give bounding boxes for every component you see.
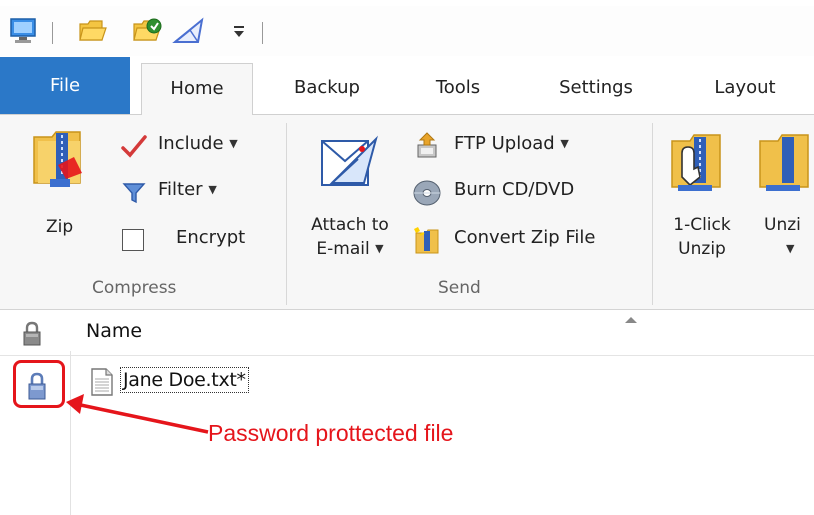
filter-label: Filter [158, 179, 203, 200]
encrypt-checkbox[interactable]: Encrypt [118, 223, 278, 257]
chevron-down-icon: ▼ [786, 242, 795, 255]
ribbon-tab-bar: File Home Backup Tools Settings Layout [0, 57, 814, 115]
one-click-unzip-button[interactable]: 1-Click Unzip [662, 123, 742, 273]
chevron-down-icon: ▼ [375, 242, 384, 255]
tab-home[interactable]: Home [141, 63, 253, 115]
burn-cd-dvd-label: Burn CD/DVD [454, 179, 575, 200]
include-label: Include [158, 133, 224, 154]
attach-line1-label: Attach to [311, 215, 389, 235]
ftp-upload-icon [412, 131, 442, 165]
zip-button[interactable]: Zip [20, 123, 100, 243]
convert-zip-file-label: Convert Zip File [454, 227, 596, 248]
one-click-unzip-icon [668, 129, 732, 199]
toolbar-separator [52, 22, 53, 44]
one-click-line1-label: 1-Click [673, 215, 731, 235]
cropped-title-strip [0, 0, 814, 6]
group-separator [652, 123, 653, 305]
disc-icon [412, 179, 442, 211]
list-header: Name [0, 311, 814, 356]
encrypt-label: Encrypt [176, 227, 246, 248]
send-group-label: Send [438, 278, 481, 298]
include-button[interactable]: Include ▼ [118, 129, 278, 163]
quick-access-toolbar [0, 0, 814, 56]
tab-layout[interactable]: Layout [690, 63, 800, 115]
attach-to-email-button[interactable]: Attach to E-mail ▼ [296, 123, 404, 273]
convert-zip-file-button[interactable]: Convert Zip File [408, 223, 648, 257]
zip-folder-icon [30, 127, 90, 193]
annotation-highlight-box [13, 360, 65, 408]
checkbox-box[interactable] [122, 229, 144, 251]
open-folder-icon[interactable] [78, 16, 108, 48]
lock-column-icon[interactable] [22, 321, 42, 351]
toolbar-separator [262, 22, 263, 44]
wizard-icon[interactable] [172, 16, 206, 50]
annotation-arrow [62, 392, 212, 442]
computer-monitor-icon[interactable] [8, 16, 38, 50]
annotation-text: Password prottected file [208, 420, 454, 446]
name-column-header[interactable]: Name [86, 320, 142, 342]
filter-button[interactable]: Filter ▼ [118, 175, 278, 209]
unzip-folder-icon [756, 129, 814, 199]
tab-tools[interactable]: Tools [412, 63, 504, 115]
attach-line2-label: E-mail [316, 239, 370, 259]
chevron-down-icon: ▼ [560, 137, 569, 150]
tab-file[interactable]: File [0, 57, 130, 115]
group-separator [286, 123, 287, 305]
zip-label: Zip [46, 217, 74, 237]
tab-backup[interactable]: Backup [272, 63, 382, 115]
customize-dropdown-icon[interactable] [232, 22, 246, 44]
email-attach-icon [318, 135, 380, 195]
one-click-line2-label: Unzip [678, 239, 726, 259]
unzip-button[interactable]: Unzi ▼ [750, 123, 814, 273]
burn-cd-dvd-button[interactable]: Burn CD/DVD [408, 175, 638, 209]
ftp-upload-button[interactable]: FTP Upload ▼ [408, 129, 638, 163]
unzip-label: Unzi [764, 215, 801, 235]
checkmark-icon [120, 133, 148, 163]
convert-zip-icon [412, 225, 444, 261]
ftp-upload-label: FTP Upload [454, 133, 555, 154]
compress-group-label: Compress [92, 278, 177, 298]
chevron-down-icon: ▼ [208, 183, 217, 196]
sort-arrow-icon [624, 309, 638, 328]
tab-settings[interactable]: Settings [540, 63, 652, 115]
funnel-icon [122, 181, 146, 209]
ribbon-panel: Zip Include ▼ Filter ▼ Encrypt Compress [0, 114, 814, 310]
file-name[interactable]: Jane Doe.txt* [120, 367, 249, 393]
chevron-down-icon: ▼ [229, 137, 238, 150]
open-recent-icon[interactable] [132, 16, 164, 50]
